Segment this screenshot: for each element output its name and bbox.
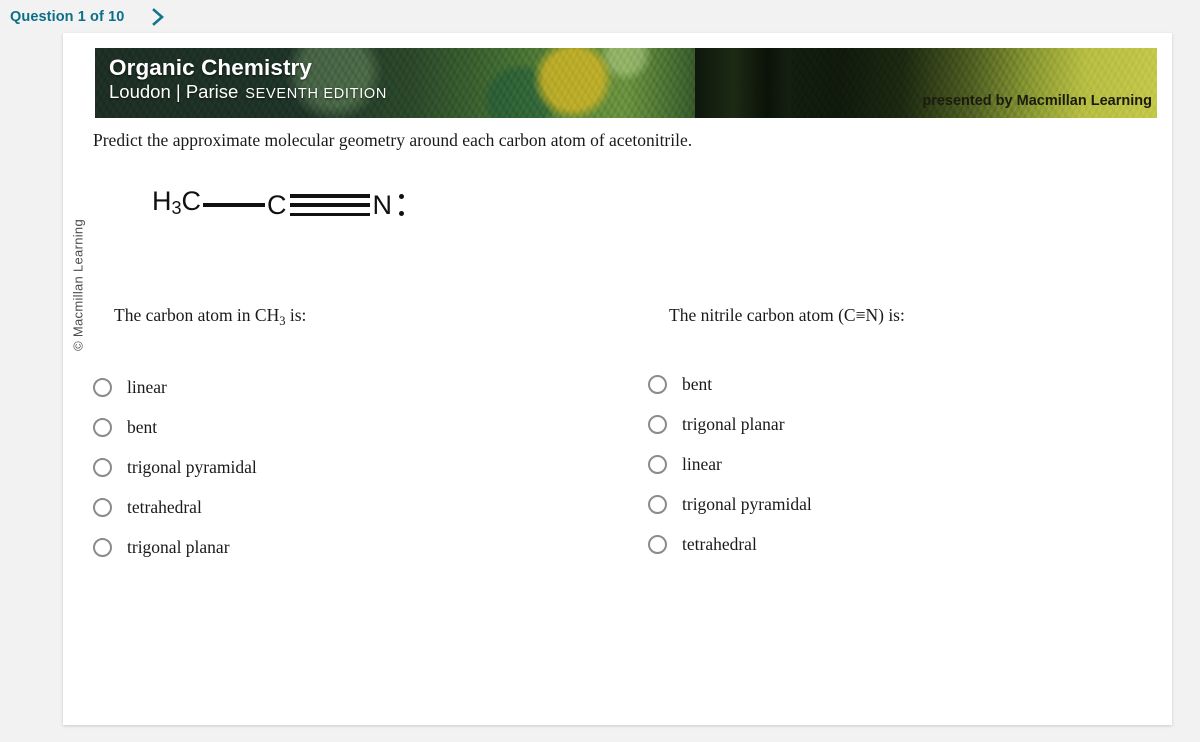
radio-button[interactable] [93, 457, 112, 477]
banner-authors: Loudon | Parise [109, 81, 239, 102]
radio-option-label: trigonal planar [682, 413, 785, 434]
atom-label-nitrogen: N [372, 189, 393, 220]
chevron-right-icon [152, 7, 165, 26]
radio-option-label: bent [682, 373, 713, 394]
radio-option-label: trigonal pyramidal [682, 493, 812, 514]
answer-column-nitrile-carbon: The nitrile carbon atom (C≡N) is: bent t… [648, 305, 1093, 567]
radio-option-label: linear [682, 453, 722, 474]
top-navigation-bar: Question 1 of 10 [0, 0, 1200, 33]
radio-option-row[interactable]: tetrahedral [648, 524, 1093, 564]
radio-option-row[interactable]: tetrahedral [93, 487, 648, 527]
radio-option-row[interactable]: linear [93, 367, 648, 407]
radio-option-label: bent [127, 416, 158, 437]
radio-button[interactable] [648, 374, 667, 394]
radio-option-row[interactable]: bent [93, 407, 648, 447]
banner-subtitle: Loudon | Parise SEVENTH EDITION [109, 81, 387, 103]
radio-button[interactable] [93, 377, 112, 397]
radio-option-row[interactable]: linear [648, 444, 1093, 484]
radio-button[interactable] [93, 537, 112, 557]
banner-title-block: Organic Chemistry Loudon | Parise SEVENT… [109, 55, 387, 103]
atom-label-nitrile-carbon: C [267, 189, 287, 220]
radio-option-row[interactable]: trigonal pyramidal [648, 484, 1093, 524]
banner-title: Organic Chemistry [109, 55, 313, 80]
column-prompt-prefix: The nitrile carbon atom (C≡N) is: [669, 305, 905, 325]
single-bond-line [203, 203, 266, 207]
radio-option-label: tetrahedral [682, 533, 757, 554]
radio-option-label: linear [127, 376, 167, 397]
question-prompt: Predict the approximate molecular geomet… [93, 130, 693, 150]
column-prompt-nitrile-carbon: The nitrile carbon atom (C≡N) is: [669, 305, 1093, 326]
lone-pair-dots-icon [395, 194, 407, 216]
radio-option-row[interactable]: trigonal planar [93, 527, 648, 567]
radio-option-label: trigonal planar [127, 536, 230, 557]
radio-button[interactable] [93, 497, 112, 517]
column-prompt-prefix: The carbon atom in CH [114, 305, 280, 325]
molecule-diagram-acetonitrile: H3C C N [152, 182, 407, 228]
radio-button[interactable] [648, 494, 667, 514]
banner-presented-by: presented by Macmillan Learning [922, 93, 1152, 109]
radio-button[interactable] [648, 454, 667, 474]
answer-column-methyl-carbon: The carbon atom in CH3 is: linear bent t… [93, 305, 648, 567]
radio-option-label: trigonal pyramidal [127, 456, 257, 477]
radio-option-row[interactable]: bent [648, 364, 1093, 404]
radio-button[interactable] [648, 414, 667, 434]
atom-label-methyl-carbon: H3C [152, 186, 202, 219]
radio-option-row[interactable]: trigonal pyramidal [93, 447, 648, 487]
next-question-button[interactable] [146, 5, 170, 29]
column-prompt-methyl-carbon: The carbon atom in CH3 is: [114, 305, 648, 329]
radio-option-label: tetrahedral [127, 496, 202, 517]
radio-option-row[interactable]: trigonal planar [648, 404, 1093, 444]
triple-bond-lines [289, 194, 370, 216]
question-counter: Question 1 of 10 [10, 8, 125, 25]
radio-button[interactable] [648, 534, 667, 554]
column-prompt-suffix: is: [285, 305, 307, 325]
banner-edition: SEVENTH EDITION [245, 86, 388, 102]
textbook-banner: Organic Chemistry Loudon | Parise SEVENT… [95, 48, 1157, 118]
answer-columns: The carbon atom in CH3 is: linear bent t… [93, 305, 1093, 567]
radio-button[interactable] [93, 417, 112, 437]
banner-tree-trunk [695, 48, 791, 118]
